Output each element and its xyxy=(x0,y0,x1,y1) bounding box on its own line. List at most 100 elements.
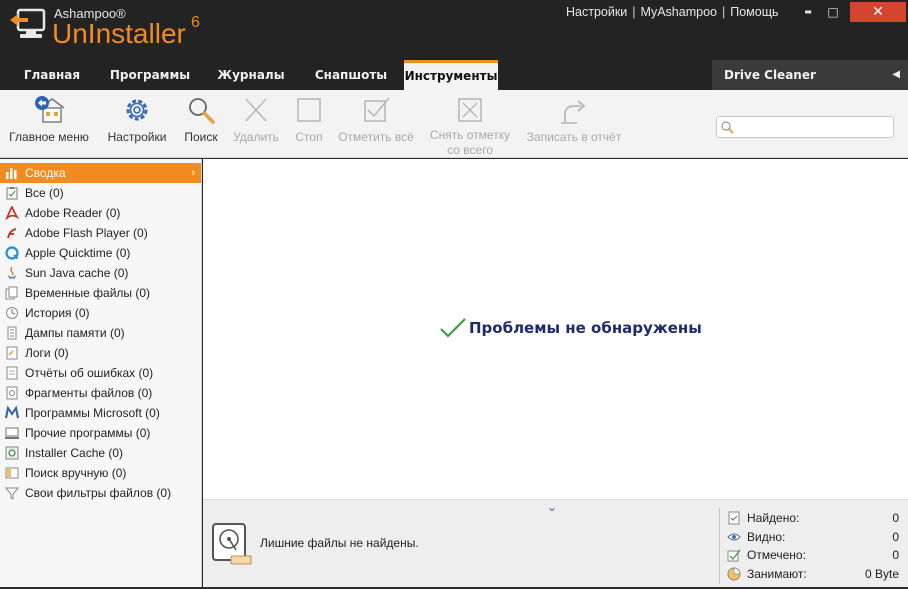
stat-label: Отмечено: xyxy=(747,548,806,562)
sidebar: Сводка › Все (0) Adobe Reader (0) Adobe … xyxy=(0,159,202,587)
checked-icon xyxy=(727,549,741,562)
log-icon xyxy=(6,346,18,360)
sidebar-item-summary[interactable]: Сводка › xyxy=(0,163,201,183)
java-icon xyxy=(7,266,17,279)
main-menu-button[interactable]: Главное меню xyxy=(8,94,90,144)
stop-button[interactable]: Стоп xyxy=(290,94,328,144)
deselect-all-button[interactable]: Снять отметку со всего xyxy=(426,94,514,158)
chevron-right-icon: › xyxy=(191,167,195,179)
toolbar: Главное меню Настройки Поиск Удалить Сто… xyxy=(0,90,908,158)
help-link[interactable]: Помощь xyxy=(730,5,778,19)
settings-button[interactable]: Настройки xyxy=(104,94,170,144)
stop-icon xyxy=(297,98,321,122)
sidebar-item-label: Все (0) xyxy=(25,186,64,200)
sidebar-item-label: Программы Microsoft (0) xyxy=(25,406,160,420)
sidebar-item-manual-search[interactable]: Поиск вручную (0) xyxy=(0,463,201,483)
main-menu-label: Главное меню xyxy=(9,130,89,144)
top-links: Настройки | MyAshampoo | Помощь xyxy=(566,5,779,19)
collapse-arrow-icon[interactable]: ◀ xyxy=(892,60,900,90)
stat-visible: Видно: 0 xyxy=(727,528,899,547)
write-report-button[interactable]: Записать в отчёт xyxy=(524,94,624,144)
minimize-button[interactable]: ▬ xyxy=(795,2,821,22)
sidebar-item-label: Дампы памяти (0) xyxy=(25,326,125,340)
pie-icon xyxy=(727,567,741,580)
sidebar-item-file-fragments[interactable]: Фрагменты файлов (0) xyxy=(0,383,201,403)
collapse-chevron-icon[interactable]: ⌄ xyxy=(547,500,557,514)
write-report-label: Записать в отчёт xyxy=(526,130,622,144)
sidebar-item-error-reports[interactable]: Отчёты об ошибках (0) xyxy=(0,363,201,383)
stat-value: 0 xyxy=(892,548,899,562)
checkbox-x-icon xyxy=(458,98,482,122)
sidebar-item-flash-player[interactable]: Adobe Flash Player (0) xyxy=(0,223,201,243)
sidebar-item-label: История (0) xyxy=(25,306,90,320)
filter-icon xyxy=(5,487,19,500)
stat-value: 0 xyxy=(892,529,899,544)
checkmark-icon xyxy=(440,318,466,338)
search-button[interactable]: Поиск xyxy=(178,94,224,144)
search-box[interactable] xyxy=(716,116,894,138)
tab-snapshots[interactable]: Снапшоты xyxy=(306,60,396,90)
sidebar-item-label: Прочие программы (0) xyxy=(25,426,151,440)
tab-programs[interactable]: Программы xyxy=(104,60,196,90)
uninstaller-logo-icon xyxy=(10,8,46,38)
microsoft-icon xyxy=(5,406,19,419)
sidebar-item-installer-cache[interactable]: Installer Cache (0) xyxy=(0,443,201,463)
sidebar-item-label: Сводка xyxy=(25,166,66,180)
sidebar-item-label: Поиск вручную (0) xyxy=(25,466,127,480)
status-text: Проблемы не обнаружены xyxy=(469,319,702,337)
stat-value: 0 Byte xyxy=(864,566,899,581)
memory-dump-icon xyxy=(7,326,17,340)
sidebar-item-java-cache[interactable]: Sun Java cache (0) xyxy=(0,263,201,283)
drive-cleaner-panel[interactable]: Drive Cleaner ◀ xyxy=(712,60,908,90)
sidebar-item-all[interactable]: Все (0) xyxy=(0,183,201,203)
sidebar-item-label: Фрагменты файлов (0) xyxy=(25,386,153,400)
delete-label: Удалить xyxy=(233,130,279,144)
stat-label: Занимают: xyxy=(747,566,807,581)
error-report-icon xyxy=(6,366,18,380)
tab-tools[interactable]: Инструменты xyxy=(404,60,498,90)
status-message: Проблемы не обнаружены xyxy=(439,318,702,338)
sidebar-item-adobe-reader[interactable]: Adobe Reader (0) xyxy=(0,203,201,223)
sidebar-item-custom-filters[interactable]: Свои фильтры файлов (0) xyxy=(0,483,201,503)
sidebar-item-history[interactable]: История (0) xyxy=(0,303,201,323)
flash-icon xyxy=(7,228,17,239)
sidebar-item-microsoft-programs[interactable]: Программы Microsoft (0) xyxy=(0,403,201,423)
sidebar-item-label: Installer Cache (0) xyxy=(25,446,124,460)
sidebar-item-label: Логи (0) xyxy=(25,346,69,360)
myashampoo-link[interactable]: MyAshampoo xyxy=(641,5,717,19)
programs-icon xyxy=(5,427,19,439)
select-all-button[interactable]: Отметить всё xyxy=(336,94,416,144)
sidebar-item-label: Свои фильтры файлов (0) xyxy=(25,486,172,500)
tab-logs[interactable]: Журналы xyxy=(208,60,294,90)
stop-label: Стоп xyxy=(295,130,323,144)
settings-label: Настройки xyxy=(107,130,167,144)
sidebar-item-memory-dumps[interactable]: Дампы памяти (0) xyxy=(0,323,201,343)
stat-label: Найдено: xyxy=(747,511,800,525)
hard-drive-icon xyxy=(212,523,252,565)
product-version: 6 xyxy=(191,14,200,31)
close-button[interactable]: ✕ xyxy=(850,2,906,22)
stat-checked: Отмечено: 0 xyxy=(727,546,899,565)
maximize-button[interactable]: □ xyxy=(820,2,846,22)
x-icon xyxy=(245,98,267,122)
sidebar-item-logs[interactable]: Логи (0) xyxy=(0,343,201,363)
search-label: Поиск xyxy=(184,130,218,144)
link-separator: | xyxy=(632,5,636,19)
settings-link[interactable]: Настройки xyxy=(566,5,627,19)
tab-home[interactable]: Главная xyxy=(14,60,90,90)
sidebar-item-other-programs[interactable]: Прочие программы (0) xyxy=(0,423,201,443)
temp-files-icon xyxy=(5,286,18,300)
select-all-label: Отметить всё xyxy=(338,130,414,144)
history-icon xyxy=(6,307,18,319)
eye-icon xyxy=(727,533,741,540)
delete-button[interactable]: Удалить xyxy=(230,94,282,144)
sidebar-item-quicktime[interactable]: Apple Quicktime (0) xyxy=(0,243,201,263)
stat-value: 0 xyxy=(892,511,899,525)
product-name: UnInstaller xyxy=(52,18,186,49)
search-input[interactable] xyxy=(737,119,887,135)
gear-icon xyxy=(126,99,148,121)
sidebar-item-label: Adobe Reader (0) xyxy=(25,206,121,220)
magnifier-icon xyxy=(189,98,215,124)
sidebar-item-temp-files[interactable]: Временные файлы (0) xyxy=(0,283,201,303)
export-arrow-icon xyxy=(561,100,586,124)
